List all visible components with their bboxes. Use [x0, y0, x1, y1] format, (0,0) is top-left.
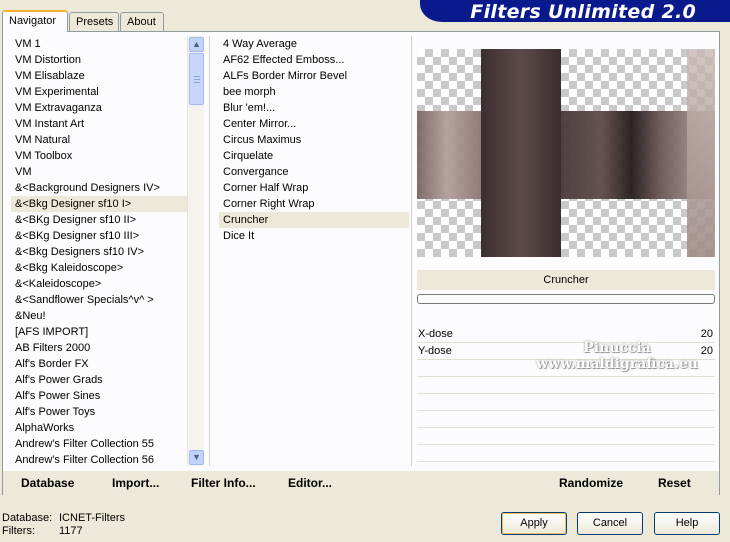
scroll-up-button[interactable]: ▲: [189, 37, 204, 52]
preview-image: [417, 49, 715, 257]
apply-button[interactable]: Apply: [501, 512, 567, 535]
randomize-button[interactable]: Randomize: [559, 476, 623, 490]
filter-list-item[interactable]: Circus Maximus: [219, 132, 409, 148]
category-list-item[interactable]: VM Experimental: [11, 84, 187, 100]
filters-count: 1177: [59, 525, 83, 537]
category-list-item[interactable]: VM Toolbox: [11, 148, 187, 164]
category-list-item[interactable]: VM Extravaganza: [11, 100, 187, 116]
watermark-name: Pinuccia: [583, 340, 651, 356]
category-list-item[interactable]: VM Instant Art: [11, 116, 187, 132]
tab-presets[interactable]: Presets: [69, 12, 119, 31]
tab-about[interactable]: About: [120, 12, 164, 31]
app-title: Filters Unlimited 2.0: [470, 1, 696, 23]
category-list-item[interactable]: &<BKg Designer sf10 II>: [11, 212, 187, 228]
category-list-item[interactable]: &<Bkg Designers sf10 IV>: [11, 244, 187, 260]
category-list-item[interactable]: &Neu!: [11, 308, 187, 324]
param-label: X-dose: [418, 328, 453, 340]
category-list-item[interactable]: Alf's Power Grads: [11, 372, 187, 388]
filter-list-item[interactable]: Center Mirror...: [219, 116, 409, 132]
filter-list-item[interactable]: ALFs Border Mirror Bevel: [219, 68, 409, 84]
cancel-button[interactable]: Cancel: [577, 512, 643, 535]
navigator-panel: VM 1 VM Distortion VM Elisablaze VM Experim…: [2, 31, 720, 495]
filter-list-item[interactable]: Blur 'em!...: [219, 100, 409, 116]
param-row-empty: [417, 411, 715, 428]
category-list-item[interactable]: VM 1: [11, 36, 187, 52]
filter-list-item[interactable]: Corner Right Wrap: [219, 196, 409, 212]
category-list-item[interactable]: &<Bkg Designer sf10 I>: [11, 196, 187, 212]
panel-toolbar: Database Import... Filter Info... Editor…: [3, 471, 719, 495]
param-row-empty: [417, 428, 715, 445]
param-row-empty: [417, 445, 715, 462]
filters-label: Filters:: [2, 525, 35, 537]
category-scrollbar[interactable]: ▲ ▼: [187, 36, 204, 466]
category-list-item[interactable]: Andrew's Filter Collection 56: [11, 452, 187, 468]
help-button[interactable]: Help: [654, 512, 720, 535]
database-button[interactable]: Database: [21, 476, 74, 490]
filter-list-item[interactable]: Cruncher: [219, 212, 409, 228]
filter-list-item[interactable]: Convergance: [219, 164, 409, 180]
progress-bar: [417, 294, 715, 304]
category-list-item[interactable]: &<Sandflower Specials^v^ >: [11, 292, 187, 308]
database-value: ICNET-Filters: [59, 512, 125, 524]
watermark: Pinuccia www.maldigrafica.eu: [517, 340, 717, 372]
category-list-item[interactable]: VM: [11, 164, 187, 180]
param-row-empty: [417, 394, 715, 411]
category-list-item[interactable]: VM Natural: [11, 132, 187, 148]
filter-info-button[interactable]: Filter Info...: [191, 476, 256, 490]
list-divider: [209, 36, 210, 466]
category-list-item[interactable]: Andrew's Filter Collection 55: [11, 436, 187, 452]
filter-list-item[interactable]: AF62 Effected Emboss...: [219, 52, 409, 68]
watermark-url: www.maldigrafica.eu: [536, 356, 698, 372]
import-button[interactable]: Import...: [112, 476, 159, 490]
category-list-item[interactable]: &<Bkg Kaleidoscope>: [11, 260, 187, 276]
filter-list-item[interactable]: bee morph: [219, 84, 409, 100]
category-list[interactable]: VM 1 VM Distortion VM Elisablaze VM Experim…: [11, 36, 187, 468]
filter-list-item[interactable]: Cirquelate: [219, 148, 409, 164]
category-list-item[interactable]: &<BKg Designer sf10 III>: [11, 228, 187, 244]
category-list-item[interactable]: [AFS IMPORT]: [11, 324, 187, 340]
selected-filter-name: Cruncher: [417, 270, 715, 290]
filter-list[interactable]: 4 Way Average AF62 Effected Emboss... ALFs…: [219, 36, 409, 244]
category-list-item[interactable]: Alf's Power Toys: [11, 404, 187, 420]
tab-navigator[interactable]: Navigator: [2, 10, 68, 32]
param-row-empty: [417, 377, 715, 394]
category-list-item[interactable]: VM Elisablaze: [11, 68, 187, 84]
database-label: Database:: [2, 512, 53, 524]
editor-button[interactable]: Editor...: [288, 476, 332, 490]
category-list-item[interactable]: AlphaWorks: [11, 420, 187, 436]
reset-button[interactable]: Reset: [658, 476, 691, 490]
category-list-item[interactable]: AB Filters 2000: [11, 340, 187, 356]
category-list-item[interactable]: &<Background Designers IV>: [11, 180, 187, 196]
category-list-item[interactable]: &<Kaleidoscope>: [11, 276, 187, 292]
param-label: Y-dose: [418, 345, 452, 357]
category-list-item[interactable]: Alf's Power Sines: [11, 388, 187, 404]
category-list-item[interactable]: VM Distortion: [11, 52, 187, 68]
filter-list-item[interactable]: 4 Way Average: [219, 36, 409, 52]
title-banner: Filters Unlimited 2.0: [420, 0, 730, 23]
scroll-down-button[interactable]: ▼: [189, 450, 204, 465]
filter-list-item[interactable]: Corner Half Wrap: [219, 180, 409, 196]
preview-divider: [411, 36, 412, 466]
filter-list-item[interactable]: Dice It: [219, 228, 409, 244]
category-list-item[interactable]: Alf's Border FX: [11, 356, 187, 372]
scroll-thumb[interactable]: [189, 53, 204, 105]
